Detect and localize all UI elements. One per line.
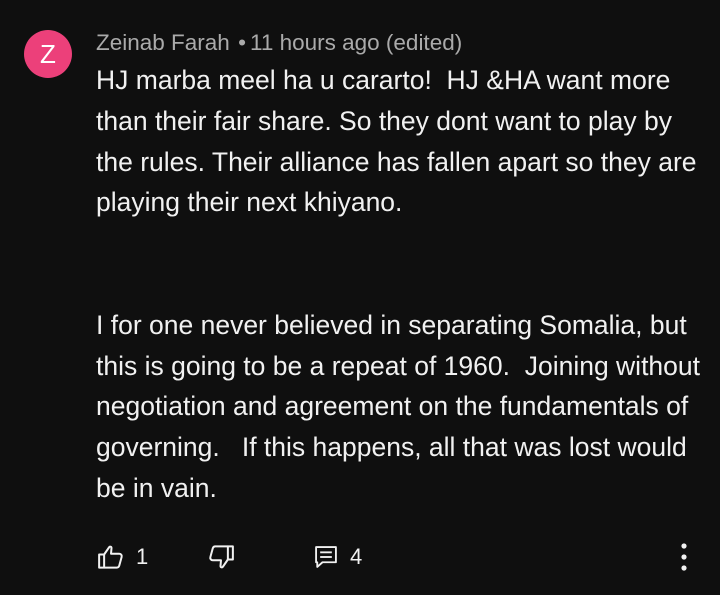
comment-body: HJ marba meel ha u cararto! HJ &HA want …	[96, 60, 706, 509]
comment-header: Zeinab Farah • 11 hours ago (edited)	[96, 28, 462, 58]
dislike-button[interactable]	[206, 536, 236, 578]
thumbs-down-icon	[209, 545, 234, 569]
avatar-initial: Z	[40, 39, 56, 69]
comment-actions: 1 4	[96, 536, 696, 578]
meta-separator: •	[238, 30, 246, 55]
thumbs-up-icon	[98, 545, 123, 569]
author-name[interactable]: Zeinab Farah	[96, 30, 230, 55]
more-vertical-icon	[681, 543, 687, 571]
reply-button[interactable]: 4	[312, 536, 362, 578]
comment-paragraph: HJ marba meel ha u cararto! HJ &HA want …	[96, 65, 704, 218]
reply-comment-icon	[315, 546, 337, 568]
like-count: 1	[136, 544, 149, 569]
more-options-button[interactable]	[672, 540, 696, 574]
like-button[interactable]: 1	[96, 536, 148, 578]
comment-time[interactable]: 11 hours ago (edited)	[250, 30, 462, 55]
reply-count: 4	[350, 544, 363, 569]
avatar[interactable]: Z	[24, 30, 72, 78]
comment-paragraph: I for one never believed in separating S…	[96, 309, 708, 503]
